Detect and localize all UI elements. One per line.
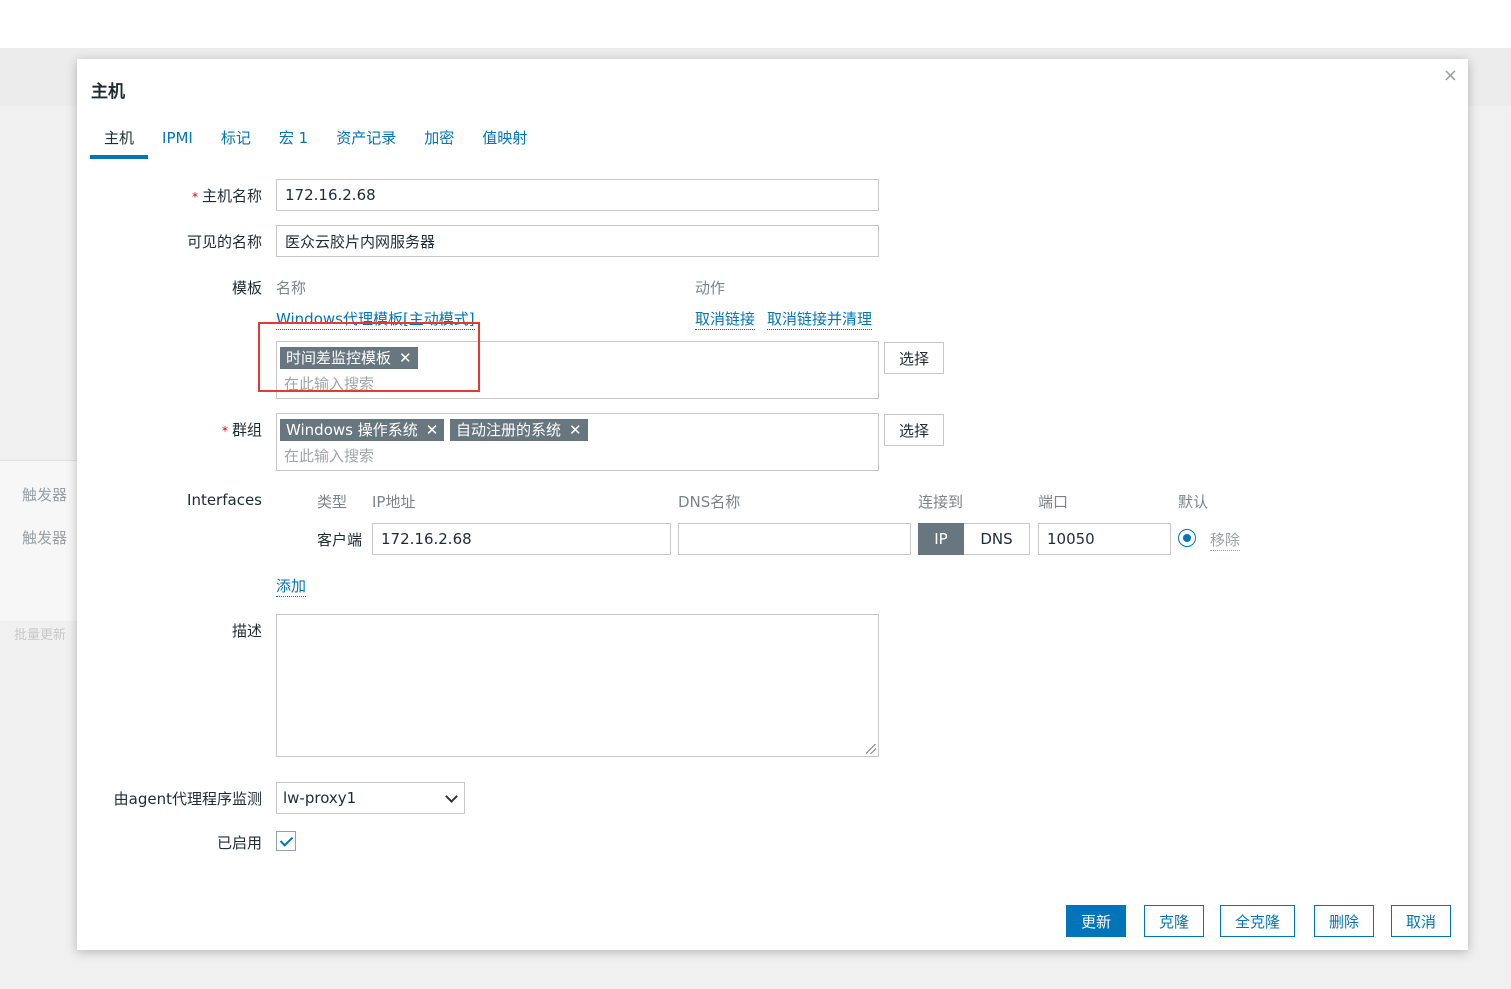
tab-ipmi[interactable]: IPMI	[148, 125, 207, 159]
required-mark: *	[221, 424, 228, 438]
host-dialog: 主机 × 主机 IPMI 标记 宏 1 资产记录 加密 值映射 *主机名称 可见…	[77, 59, 1468, 950]
iface-port-input[interactable]	[1038, 523, 1171, 555]
group-search-input[interactable]	[284, 445, 684, 467]
iface-ip-input[interactable]	[372, 523, 671, 555]
dialog-title: 主机	[91, 82, 125, 102]
check-icon	[279, 833, 294, 847]
close-icon[interactable]: ×	[1443, 65, 1458, 86]
iface-dns-input[interactable]	[678, 523, 911, 555]
iface-col-port: 端口	[1038, 493, 1069, 511]
full-clone-button[interactable]: 全克隆	[1220, 905, 1296, 937]
iface-col-type: 类型	[317, 493, 348, 511]
description-label: 描述	[231, 622, 262, 640]
iface-col-default: 默认	[1178, 493, 1209, 511]
iface-col-ip: IP地址	[372, 493, 416, 511]
group-chip: Windows 操作系统 ✕	[280, 419, 445, 441]
tab-encryption[interactable]: 加密	[410, 125, 468, 159]
iface-col-connect: 连接到	[918, 493, 964, 511]
enabled-label: 已启用	[216, 834, 262, 852]
cancel-button[interactable]: 取消	[1391, 905, 1452, 937]
delete-button[interactable]: 删除	[1314, 905, 1375, 937]
template-chip: 时间差监控模板 ✕	[280, 347, 418, 369]
template-multiselect[interactable]: 时间差监控模板 ✕	[276, 341, 879, 399]
unlink-and-clear-link[interactable]: 取消链接并清理	[767, 308, 873, 330]
iface-connect-toggle: IP DNS	[918, 523, 1030, 555]
chevron-down-icon	[445, 790, 458, 803]
group-select-button[interactable]: 选择	[884, 414, 945, 446]
description-textarea[interactable]	[276, 614, 879, 757]
groups-label: * 群组	[221, 421, 262, 439]
connect-dns-button[interactable]: DNS	[964, 523, 1030, 555]
resize-grip-icon[interactable]	[866, 744, 876, 754]
page-header-bg	[0, 0, 1511, 48]
interfaces-label: Interfaces	[187, 491, 262, 509]
tab-host[interactable]: 主机	[90, 125, 149, 159]
hostname-input[interactable]	[276, 179, 879, 211]
templates-col-action: 动作	[695, 279, 726, 297]
templates-col-name: 名称	[276, 279, 307, 297]
hostname-label: * 主机名称	[191, 187, 262, 205]
update-button[interactable]: 更新	[1066, 905, 1127, 937]
tab-tags[interactable]: 标记	[207, 125, 265, 159]
iface-add-link[interactable]: 添加	[276, 575, 307, 597]
template-select-button[interactable]: 选择	[884, 342, 945, 374]
template-search-input[interactable]	[284, 373, 684, 395]
iface-default-radio[interactable]	[1178, 529, 1196, 547]
tab-bar: 主机 IPMI 标记 宏 1 资产记录 加密 值映射	[90, 125, 541, 159]
proxy-label: 由agent代理程序监测	[113, 790, 262, 808]
visible-name-input[interactable]	[276, 225, 879, 257]
connect-ip-button[interactable]: IP	[918, 523, 964, 555]
enabled-checkbox[interactable]	[276, 831, 296, 851]
group-multiselect[interactable]: Windows 操作系统 ✕ 自动注册的系统 ✕	[276, 413, 879, 471]
group-chip: 自动注册的系统 ✕	[450, 419, 588, 441]
chip-remove-icon[interactable]: ✕	[399, 349, 412, 367]
visible-name-label: 可见的名称	[186, 233, 262, 251]
tab-inventory[interactable]: 资产记录	[322, 125, 410, 159]
iface-type-agent: 客户端	[317, 531, 363, 549]
background-trigger-item: 触发器	[22, 486, 68, 504]
clone-button[interactable]: 克隆	[1144, 905, 1205, 937]
linked-template-link[interactable]: Windows代理模板[主动模式]	[276, 308, 475, 330]
unlink-link[interactable]: 取消链接	[695, 308, 756, 330]
chip-remove-icon[interactable]: ✕	[426, 421, 439, 439]
chip-remove-icon[interactable]: ✕	[569, 421, 582, 439]
required-mark: *	[191, 190, 198, 204]
iface-remove-link[interactable]: 移除	[1210, 529, 1241, 551]
background-mass-update: 批量更新	[14, 628, 67, 643]
background-trigger-item: 触发器	[22, 529, 68, 547]
iface-col-dns: DNS名称	[678, 493, 741, 511]
tab-value-mapping[interactable]: 值映射	[468, 125, 541, 159]
proxy-select[interactable]: lw-proxy1	[276, 782, 465, 814]
tab-macros[interactable]: 宏 1	[265, 125, 322, 159]
templates-label: 模板	[231, 279, 262, 297]
